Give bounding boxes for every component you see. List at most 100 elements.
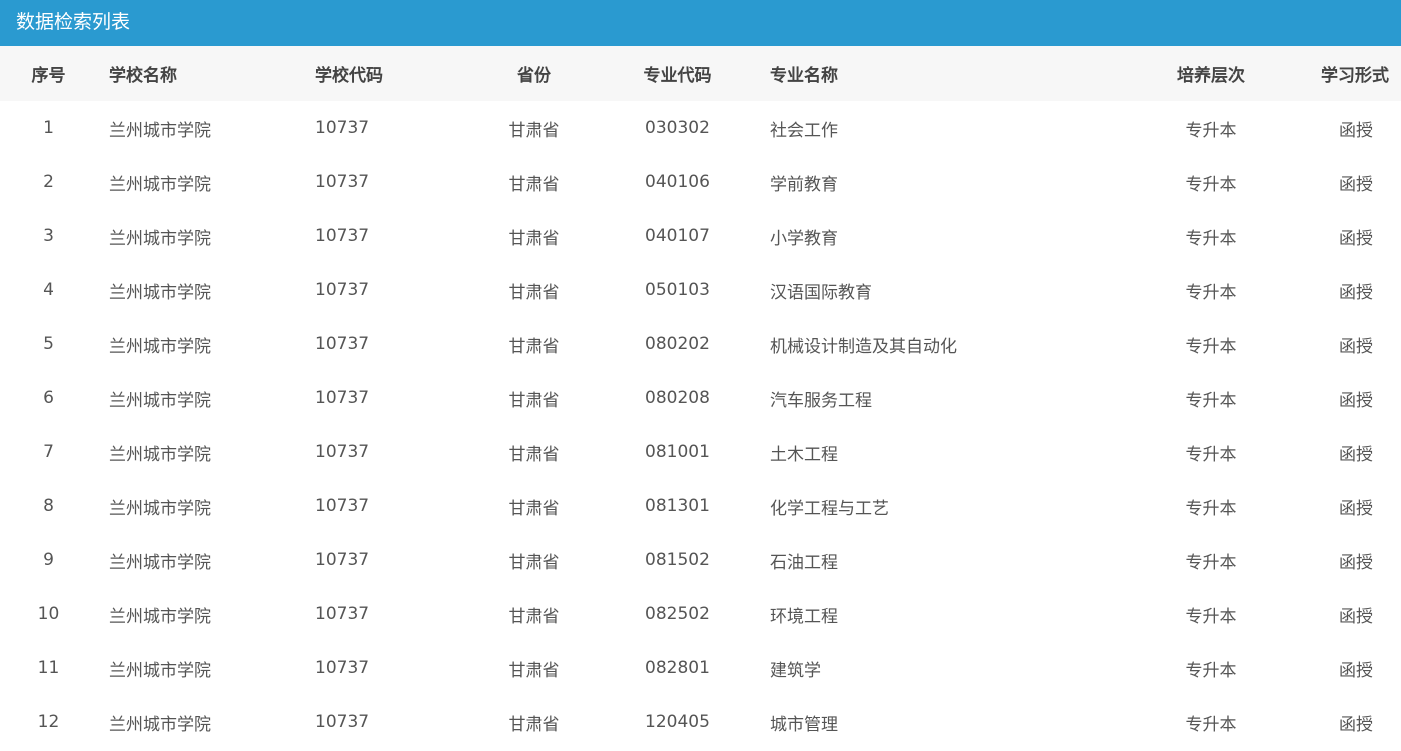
cell-study-mode: 函授 [1339,282,1373,303]
cell-index: 9 [43,550,54,570]
cell-school-name: 兰州城市学院 [109,336,211,357]
table-header-row: 序号 学校名称 学校代码 省份 专业代码 专业名称 培养层次 学习形式 [0,46,1401,101]
cell-level: 专升本 [1185,174,1237,195]
cell-school-name: 兰州城市学院 [109,498,211,519]
cell-study-mode: 函授 [1339,660,1373,681]
cell-major-code: 120405 [645,712,710,732]
data-search-panel: 数据检索列表 序号 学校名称 学校代码 省份 专业代码 专业名称 培养层次 学习… [0,0,1401,751]
cell-school-code: 10737 [315,496,370,516]
cell-major-code: 081502 [645,550,710,570]
cell-major-name: 汉语国际教育 [770,282,872,303]
column-header-major-name: 专业名称 [770,66,838,86]
cell-school-code: 10737 [315,118,370,138]
cell-school-name: 兰州城市学院 [109,714,211,735]
cell-major-code: 040106 [645,172,710,192]
cell-province: 甘肃省 [508,714,560,735]
cell-major-name: 化学工程与工艺 [770,498,889,519]
cell-province: 甘肃省 [508,336,560,357]
cell-major-code: 082502 [645,604,710,624]
cell-index: 6 [43,388,54,408]
cell-school-code: 10737 [315,604,370,624]
cell-province: 甘肃省 [508,174,560,195]
cell-school-code: 10737 [315,334,370,354]
results-table: 序号 学校名称 学校代码 省份 专业代码 专业名称 培养层次 学习形式 1 兰州城… [0,46,1401,749]
table-row: 4 兰州城市学院 10737 甘肃省 050103 汉语国际教育 专升本 函授 [0,263,1401,317]
cell-major-name: 土木工程 [770,444,838,465]
column-header-index: 序号 [31,66,66,86]
cell-school-code: 10737 [315,442,370,462]
cell-school-code: 10737 [315,550,370,570]
cell-school-code: 10737 [315,280,370,300]
cell-school-name: 兰州城市学院 [109,552,211,573]
table-row: 3 兰州城市学院 10737 甘肃省 040107 小学教育 专升本 函授 [0,209,1401,263]
cell-study-mode: 函授 [1339,498,1373,519]
cell-level: 专升本 [1185,552,1237,573]
cell-study-mode: 函授 [1339,606,1373,627]
cell-major-code: 040107 [645,226,710,246]
cell-major-code: 080208 [645,388,710,408]
cell-school-name: 兰州城市学院 [109,390,211,411]
cell-school-code: 10737 [315,226,370,246]
table-row: 11 兰州城市学院 10737 甘肃省 082801 建筑学 专升本 函授 [0,641,1401,695]
cell-major-name: 机械设计制造及其自动化 [770,336,957,357]
column-header-major-code: 专业代码 [643,66,712,86]
cell-level: 专升本 [1185,660,1237,681]
cell-major-name: 小学教育 [770,228,838,249]
cell-level: 专升本 [1185,120,1237,141]
cell-province: 甘肃省 [508,228,560,249]
cell-major-name: 建筑学 [770,660,821,681]
cell-school-name: 兰州城市学院 [109,120,211,141]
cell-level: 专升本 [1185,606,1237,627]
cell-province: 甘肃省 [508,498,560,519]
cell-major-code: 081301 [645,496,710,516]
cell-school-name: 兰州城市学院 [109,228,211,249]
cell-school-code: 10737 [315,658,370,678]
cell-school-name: 兰州城市学院 [109,174,211,195]
cell-major-name: 城市管理 [770,714,838,735]
cell-school-name: 兰州城市学院 [109,444,211,465]
cell-province: 甘肃省 [508,390,560,411]
cell-school-code: 10737 [315,172,370,192]
cell-province: 甘肃省 [508,120,560,141]
table-row: 12 兰州城市学院 10737 甘肃省 120405 城市管理 专升本 函授 [0,695,1401,749]
cell-major-name: 环境工程 [770,606,838,627]
cell-major-code: 050103 [645,280,710,300]
cell-study-mode: 函授 [1339,552,1373,573]
cell-school-name: 兰州城市学院 [109,282,211,303]
cell-index: 3 [43,226,54,246]
cell-level: 专升本 [1185,282,1237,303]
table-row: 2 兰州城市学院 10737 甘肃省 040106 学前教育 专升本 函授 [0,155,1401,209]
cell-major-code: 081001 [645,442,710,462]
column-header-level: 培养层次 [1177,66,1245,86]
table-row: 9 兰州城市学院 10737 甘肃省 081502 石油工程 专升本 函授 [0,533,1401,587]
cell-province: 甘肃省 [508,552,560,573]
cell-index: 2 [43,172,54,192]
cell-school-code: 10737 [315,388,370,408]
cell-major-code: 082801 [645,658,710,678]
cell-level: 专升本 [1185,444,1237,465]
cell-school-name: 兰州城市学院 [109,660,211,681]
table-row: 5 兰州城市学院 10737 甘肃省 080202 机械设计制造及其自动化 专升本 函授 [0,317,1401,371]
cell-major-name: 石油工程 [770,552,838,573]
cell-index: 1 [43,118,54,138]
cell-major-code: 030302 [645,118,710,138]
table-row: 10 兰州城市学院 10737 甘肃省 082502 环境工程 专升本 函授 [0,587,1401,641]
table-row: 6 兰州城市学院 10737 甘肃省 080208 汽车服务工程 专升本 函授 [0,371,1401,425]
cell-level: 专升本 [1185,336,1237,357]
cell-index: 5 [43,334,54,354]
panel-title: 数据检索列表 [0,0,1401,46]
cell-study-mode: 函授 [1339,390,1373,411]
column-header-study-mode: 学习形式 [1321,66,1389,86]
cell-school-code: 10737 [315,712,370,732]
cell-province: 甘肃省 [508,282,560,303]
column-header-school-code: 学校代码 [315,66,383,86]
cell-school-name: 兰州城市学院 [109,606,211,627]
cell-major-name: 汽车服务工程 [770,390,872,411]
column-header-school-name: 学校名称 [109,66,177,86]
cell-study-mode: 函授 [1339,228,1373,249]
cell-level: 专升本 [1185,228,1237,249]
cell-study-mode: 函授 [1339,336,1373,357]
table-body: 1 兰州城市学院 10737 甘肃省 030302 社会工作 专升本 函授 2 兰州城市学院 107… [0,101,1401,749]
cell-study-mode: 函授 [1339,120,1373,141]
cell-index: 7 [43,442,54,462]
